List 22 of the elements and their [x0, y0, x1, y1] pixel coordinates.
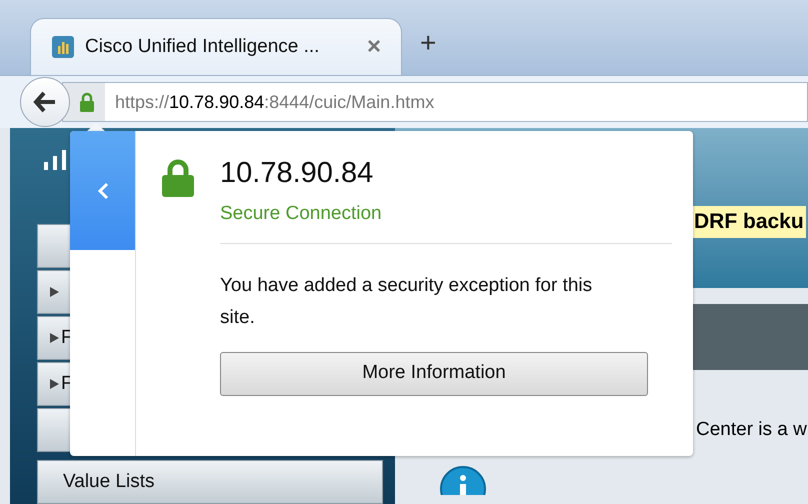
new-tab-button[interactable]: + [420, 29, 436, 57]
tab-title: Cisco Unified Intelligence ... [85, 34, 320, 59]
sidebar-item-label: Value Lists [63, 470, 155, 494]
more-information-button[interactable]: More Information [220, 352, 648, 396]
lock-icon [162, 159, 194, 197]
expand-arrow-icon [50, 287, 59, 297]
chevron-left-icon [96, 182, 108, 200]
expand-arrow-icon [50, 379, 59, 389]
info-icon [440, 464, 486, 494]
site-host: 10.78.90.84 [220, 156, 374, 191]
lock-icon [79, 92, 95, 112]
close-icon[interactable]: × [366, 35, 381, 59]
security-message: You have added a security exception for this site. [220, 274, 594, 330]
banner-text: DRF backu [692, 206, 806, 238]
connection-status: Secure Connection [220, 202, 382, 226]
sidebar-item[interactable]: Value Lists [37, 460, 383, 504]
browser-tab[interactable]: Cisco Unified Intelligence ... × [30, 18, 402, 75]
expand-arrow-icon [50, 333, 59, 343]
back-arrow-icon [33, 91, 57, 113]
bar-chart-icon [51, 35, 75, 59]
page-text: Center is a w [696, 418, 808, 442]
back-button[interactable] [20, 77, 70, 127]
